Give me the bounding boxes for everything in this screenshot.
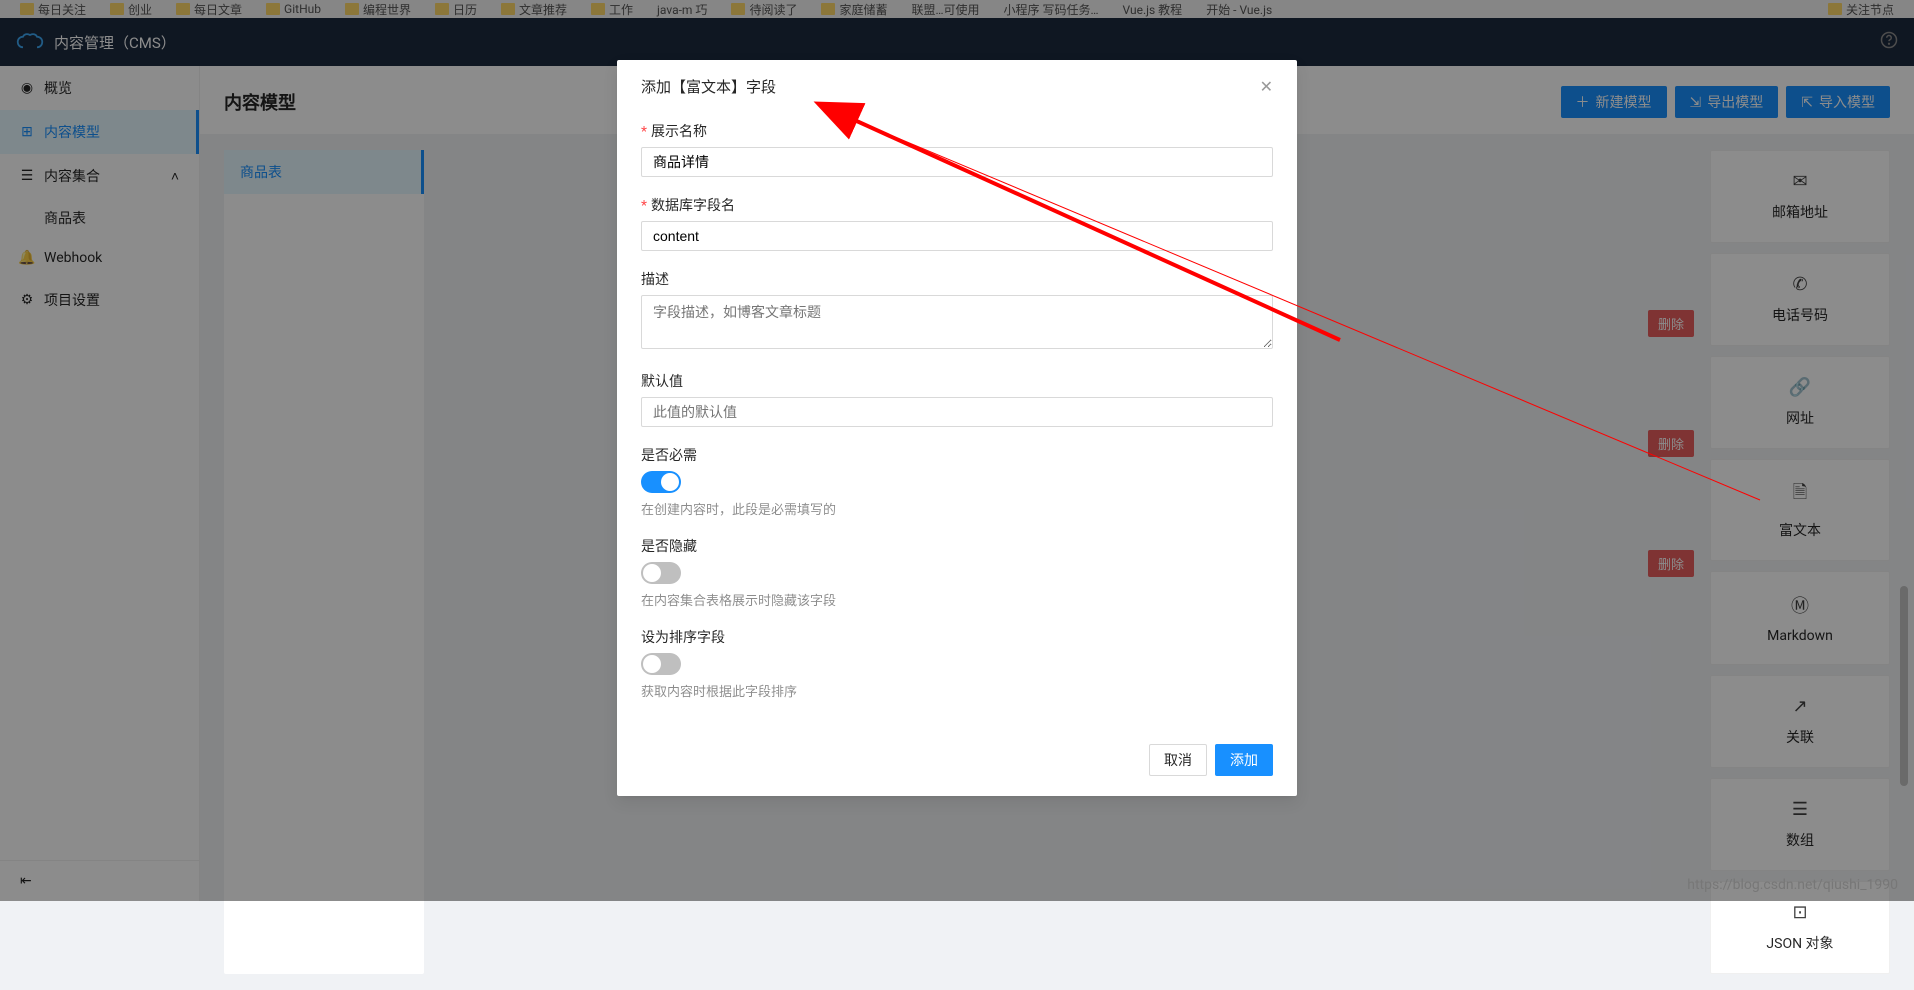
modal-title: 添加【富文本】字段: [641, 76, 776, 97]
add-field-modal: 添加【富文本】字段 ✕ *展示名称 *数据库字段名 描述 默认值 是否必需 在创…: [617, 60, 1297, 796]
default-value-input[interactable]: [641, 397, 1273, 427]
json-icon: ⊡: [1792, 902, 1807, 923]
required-switch[interactable]: [641, 471, 681, 493]
display-name-label: *展示名称: [641, 121, 1273, 141]
add-button[interactable]: 添加: [1215, 744, 1273, 776]
close-icon[interactable]: ✕: [1260, 77, 1273, 96]
description-textarea[interactable]: [641, 295, 1273, 349]
required-label: 是否必需: [641, 445, 1273, 465]
display-name-input[interactable]: [641, 147, 1273, 177]
sort-field-hint: 获取内容时根据此字段排序: [641, 681, 1273, 700]
sort-field-label: 设为排序字段: [641, 627, 1273, 647]
hidden-switch[interactable]: [641, 562, 681, 584]
required-hint: 在创建内容时，此段是必需填写的: [641, 499, 1273, 518]
hidden-hint: 在内容集合表格展示时隐藏该字段: [641, 590, 1273, 609]
default-value-label: 默认值: [641, 371, 1273, 391]
db-field-input[interactable]: [641, 221, 1273, 251]
hidden-label: 是否隐藏: [641, 536, 1273, 556]
cancel-button[interactable]: 取消: [1149, 744, 1207, 776]
description-label: 描述: [641, 269, 1273, 289]
db-field-label: *数据库字段名: [641, 195, 1273, 215]
sort-field-switch[interactable]: [641, 653, 681, 675]
